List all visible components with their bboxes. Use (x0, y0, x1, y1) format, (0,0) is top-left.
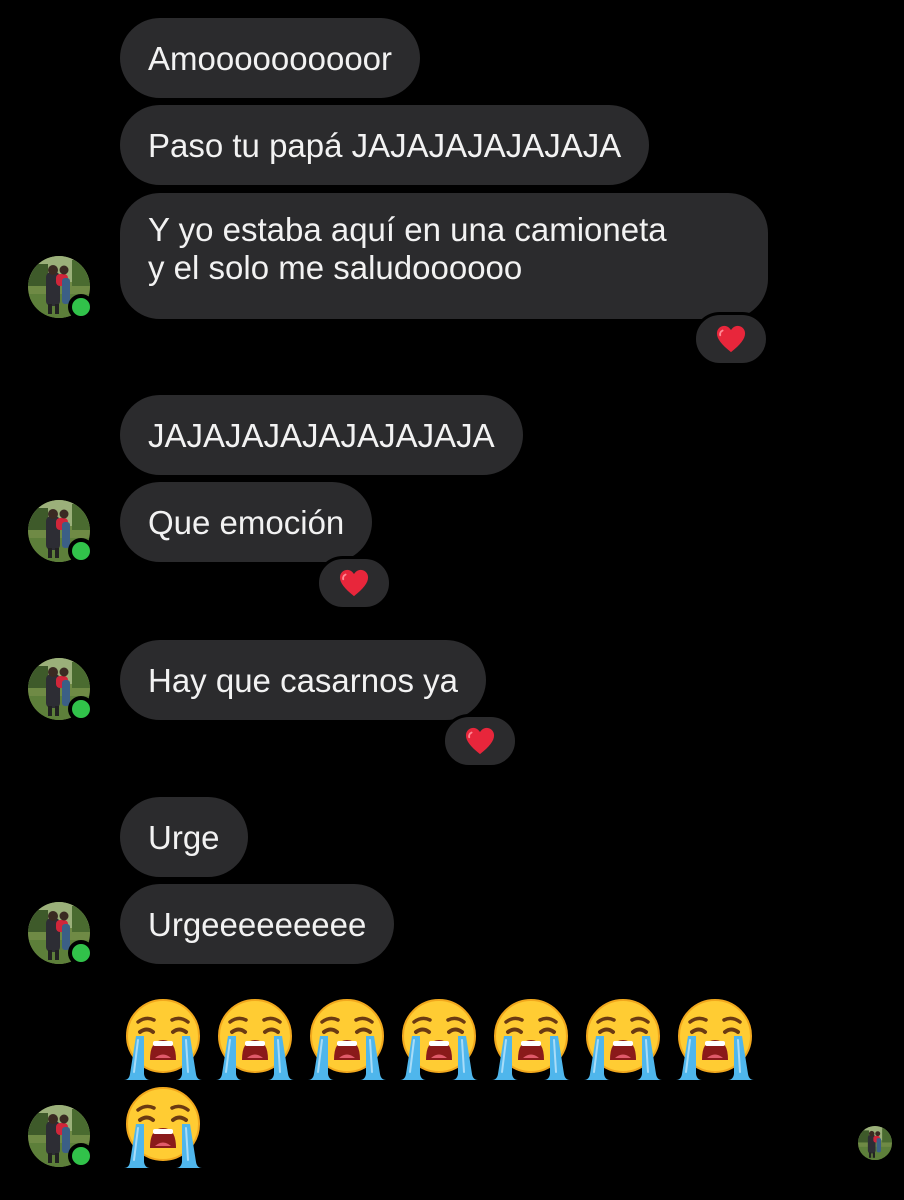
loudly-crying-face-icon (304, 996, 390, 1082)
loudly-crying-face-icon (120, 996, 206, 1082)
message-text: Y yo estaba aquí en una camioneta (148, 211, 667, 248)
contact-avatar[interactable] (28, 256, 94, 320)
contact-avatar[interactable] (28, 500, 94, 564)
heart-reaction[interactable] (316, 556, 392, 610)
message-text: Que emoción (148, 504, 345, 541)
message-bubble[interactable]: Amoooooooooor (120, 18, 421, 98)
message-text: JAJAJAJAJAJAJAJAJA (148, 417, 495, 454)
message-bubble[interactable]: Y yo estaba aquí en una camioneta y el s… (120, 193, 768, 319)
online-status-icon (68, 940, 94, 966)
message-bubble[interactable]: Que emoción (120, 482, 373, 562)
heart-icon (465, 726, 495, 756)
message-text: Hay que casarnos ya (148, 662, 459, 699)
message-bubble[interactable]: Urge (120, 797, 248, 877)
heart-icon (339, 568, 369, 598)
message-text: y el solo me saludoooooo (148, 249, 523, 286)
online-status-icon (68, 294, 94, 320)
loudly-crying-face-icon (396, 996, 482, 1082)
message-text: Paso tu papá JAJAJAJAJAJAJA (148, 127, 622, 164)
heart-reaction[interactable] (693, 312, 769, 366)
online-status-icon (68, 696, 94, 722)
contact-avatar[interactable] (28, 1105, 94, 1169)
seen-receipt-avatar (858, 1126, 892, 1160)
heart-reaction[interactable] (442, 714, 518, 768)
message-bubble[interactable]: Urgeeeeeeeee (120, 884, 395, 964)
message-text: Urgeeeeeeeee (148, 906, 367, 943)
loudly-crying-face-icon (488, 996, 574, 1082)
online-status-icon (68, 1143, 94, 1169)
online-status-icon (68, 538, 94, 564)
message-text: Urge (148, 819, 220, 856)
contact-avatar[interactable] (28, 658, 94, 722)
emoji-message[interactable] (120, 996, 758, 1082)
loudly-crying-face-icon (672, 996, 758, 1082)
contact-avatar[interactable] (28, 902, 94, 966)
message-bubble[interactable]: Hay que casarnos ya (120, 640, 487, 720)
loudly-crying-face-icon (580, 996, 666, 1082)
message-bubble[interactable]: JAJAJAJAJAJAJAJAJA (120, 395, 523, 475)
loudly-crying-face-icon (212, 996, 298, 1082)
loudly-crying-face-icon (120, 1084, 206, 1170)
avatar-photo (858, 1126, 892, 1160)
message-bubble[interactable]: Paso tu papá JAJAJAJAJAJAJA (120, 105, 650, 185)
emoji-message[interactable] (120, 1084, 206, 1170)
message-text: Amoooooooooor (148, 40, 393, 77)
heart-icon (716, 324, 746, 354)
